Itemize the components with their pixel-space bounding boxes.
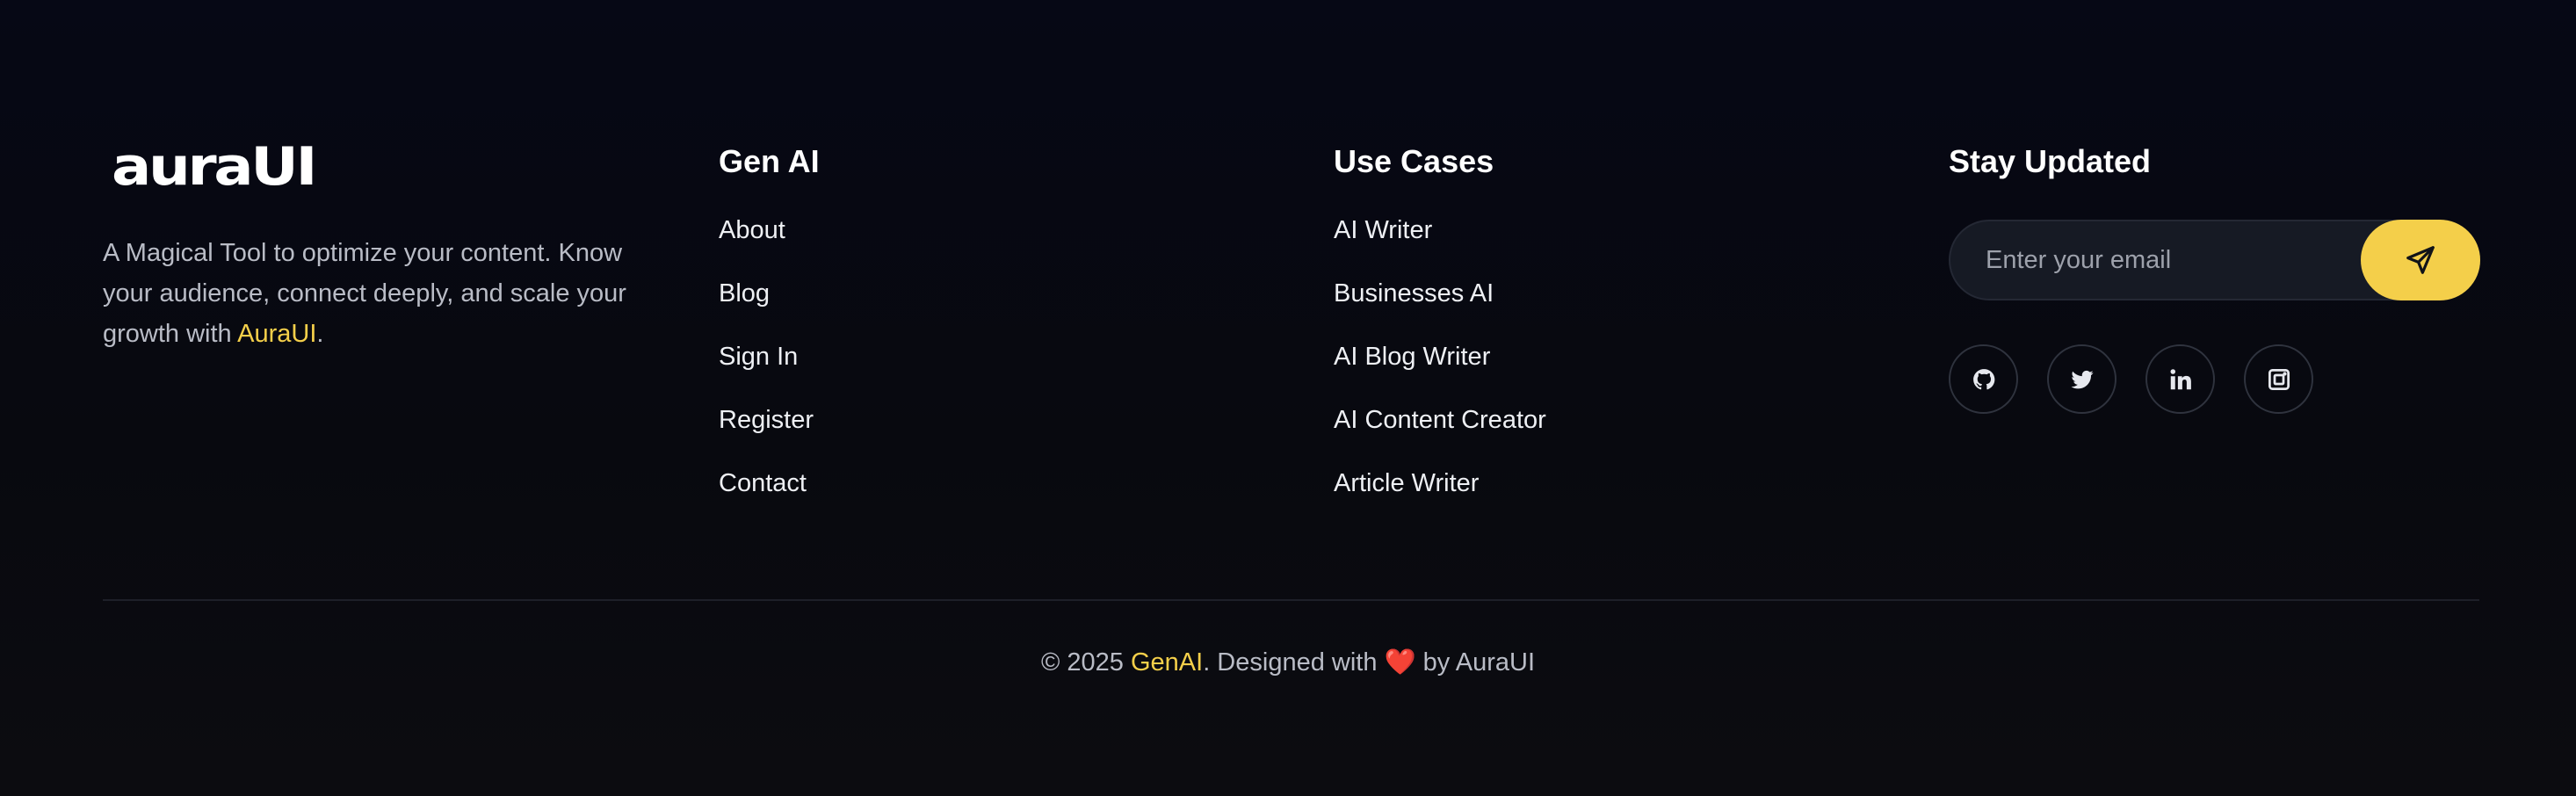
- sign-in-link[interactable]: Sign In: [719, 343, 798, 371]
- social-links: [1949, 344, 2480, 414]
- brand-column: auraUI A Magical Tool to optimize your c…: [103, 141, 630, 354]
- ai-content-creator-link[interactable]: AI Content Creator: [1334, 406, 1546, 434]
- send-button[interactable]: [2361, 220, 2480, 300]
- copyright-designed-with: . Designed with: [1203, 648, 1385, 677]
- list-item: Businesses AI: [1334, 274, 1546, 337]
- send-icon: [2406, 246, 2435, 274]
- brand-description-text: A Magical Tool to optimize your content.…: [103, 239, 626, 348]
- site-footer: auraUI A Magical Tool to optimize your c…: [0, 0, 2576, 796]
- github-icon: [1972, 368, 1994, 389]
- contact-link[interactable]: Contact: [719, 469, 807, 497]
- twitter-icon: [2071, 370, 2093, 388]
- list-item: Article Writer: [1334, 464, 1546, 527]
- list-item: AI Writer: [1334, 211, 1546, 274]
- stay-updated-column: Stay Updated: [1949, 141, 2480, 414]
- instagram-button[interactable]: [2244, 344, 2313, 414]
- use-cases-links: AI Writer Businesses AI AI Blog Writer A…: [1334, 211, 1546, 527]
- copyright-by: by AuraUI: [1415, 648, 1536, 677]
- brand-description-end: .: [316, 320, 324, 348]
- list-item: Sign In: [719, 337, 820, 401]
- use-cases-column: Use Cases AI Writer Businesses AI AI Blo…: [1334, 141, 1546, 527]
- register-link[interactable]: Register: [719, 406, 814, 434]
- brand-description: A Magical Tool to optimize your content.…: [103, 233, 630, 354]
- list-item: Contact: [719, 464, 820, 527]
- copyright-brand[interactable]: GenAI: [1131, 648, 1203, 677]
- copyright-prefix: © 2025: [1040, 648, 1131, 677]
- list-item: AI Content Creator: [1334, 401, 1546, 464]
- blog-link[interactable]: Blog: [719, 279, 770, 308]
- stay-updated-title: Stay Updated: [1949, 143, 2152, 179]
- brand-link[interactable]: AuraUI: [237, 320, 316, 348]
- linkedin-icon: [2170, 368, 2191, 389]
- heart-icon: ❤️: [1384, 648, 1416, 677]
- twitter-button[interactable]: [2047, 344, 2117, 414]
- list-item: Register: [719, 401, 820, 464]
- article-writer-link[interactable]: Article Writer: [1334, 469, 1479, 497]
- use-cases-title: Use Cases: [1334, 143, 1494, 179]
- copyright: © 2025 GenAI. Designed with ❤️ by AuraUI: [0, 645, 2576, 680]
- github-button[interactable]: [1949, 344, 2018, 414]
- about-link[interactable]: About: [719, 216, 785, 244]
- logo[interactable]: auraUI: [112, 141, 692, 193]
- email-input[interactable]: [1986, 221, 2355, 299]
- gen-ai-title: Gen AI: [719, 143, 820, 179]
- list-item: Blog: [719, 274, 820, 337]
- instagram-icon: [2268, 368, 2290, 390]
- linkedin-button[interactable]: [2145, 344, 2215, 414]
- subscribe-form: [1949, 220, 2480, 300]
- footer-divider: [103, 599, 2479, 601]
- businesses-ai-link[interactable]: Businesses AI: [1334, 279, 1494, 308]
- ai-writer-link[interactable]: AI Writer: [1334, 216, 1432, 244]
- list-item: AI Blog Writer: [1334, 337, 1546, 401]
- gen-ai-links: About Blog Sign In Register Contact: [719, 211, 820, 527]
- gen-ai-column: Gen AI About Blog Sign In Register Conta…: [719, 141, 820, 527]
- ai-blog-writer-link[interactable]: AI Blog Writer: [1334, 343, 1490, 371]
- list-item: About: [719, 211, 820, 274]
